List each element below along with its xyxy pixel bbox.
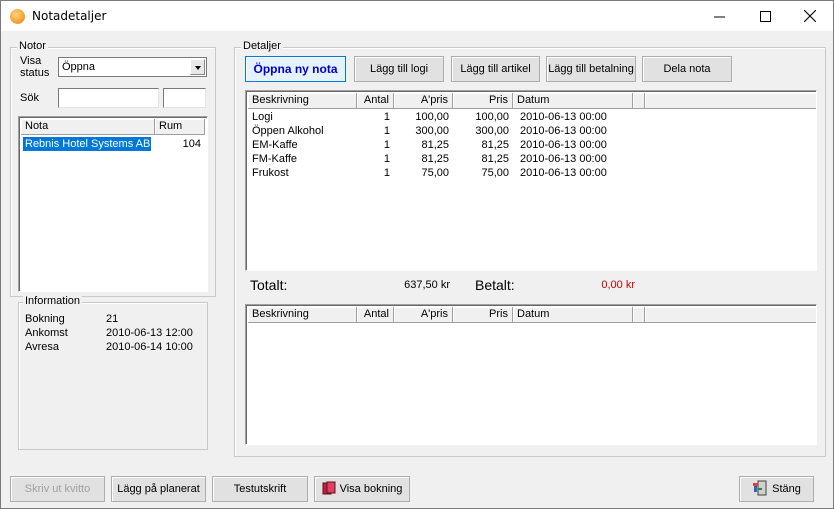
test-print-button[interactable]: Testutskrift (212, 476, 308, 502)
item-pris-cell: 100,00 (475, 111, 509, 123)
show-booking-button[interactable]: Visa bokning (314, 476, 410, 502)
add-logi-button[interactable]: Lägg till logi (354, 56, 444, 82)
visa-status-label: Visa status (20, 55, 50, 79)
item-row[interactable]: FM-Kaffe 1 81,25 81,25 2010-06-13 00:00 (246, 153, 816, 167)
items-list[interactable]: Beskrivning Antal A'pris Pris Datum Logi… (245, 90, 817, 271)
item-beskrivning-cell: Logi (252, 111, 273, 123)
print-receipt-button[interactable]: Skriv ut kvitto (10, 476, 105, 502)
bokning-label: Bokning (25, 313, 65, 325)
apris-column-header[interactable]: A'pris (394, 93, 453, 109)
item-beskrivning-cell: Öppen Alkohol (252, 125, 324, 137)
payment-beskrivning-column-header[interactable]: Beskrivning (248, 307, 357, 323)
item-beskrivning-cell: Frukost (252, 167, 289, 179)
item-apris-cell: 300,00 (415, 125, 449, 137)
item-pris-cell: 75,00 (481, 167, 509, 179)
avresa-label: Avresa (25, 341, 60, 353)
payment-datum-column-header[interactable]: Datum (513, 307, 633, 323)
item-datum-cell: 2010-06-13 00:00 (520, 139, 607, 151)
information-legend: Information (23, 295, 83, 307)
dela-nota-button[interactable]: Dela nota (642, 56, 732, 82)
pris-column-header[interactable]: Pris (453, 93, 513, 109)
item-apris-cell: 81,25 (421, 153, 449, 165)
item-pris-cell: 81,25 (481, 139, 509, 151)
item-antal-cell: 1 (383, 111, 390, 123)
minimize-button[interactable] (696, 1, 742, 31)
item-datum-cell: 2010-06-13 00:00 (520, 111, 607, 123)
window-title: Notadetaljer (32, 9, 107, 23)
payment-filler-column-header (645, 307, 816, 323)
extra-column-header[interactable] (633, 93, 645, 109)
nota-row-name[interactable]: Rebnis Hotel Systems AB (25, 138, 150, 151)
item-antal-cell: 1 (383, 153, 390, 165)
item-row[interactable]: Logi 1 100,00 100,00 2010-06-13 00:00 (246, 111, 816, 125)
item-datum-cell: 2010-06-13 00:00 (520, 167, 607, 179)
booking-icon (322, 481, 336, 498)
item-row[interactable]: Öppen Alkohol 1 300,00 300,00 2010-06-13 00:… (246, 125, 816, 139)
maximize-button[interactable] (742, 1, 788, 31)
totalt-value: 637,50 kr (404, 279, 450, 291)
item-beskrivning-cell: FM-Kaffe (252, 153, 298, 165)
status-select[interactable]: Öppna (58, 57, 207, 77)
bokning-value: 21 (106, 313, 119, 325)
app-icon (10, 9, 25, 24)
status-select-value: Öppna (62, 61, 96, 73)
item-datum-cell: 2010-06-13 00:00 (520, 125, 607, 137)
sok-label: Sök (20, 92, 39, 104)
item-antal-cell: 1 (383, 167, 390, 179)
item-apris-cell: 100,00 (415, 111, 449, 123)
payments-list[interactable]: Beskrivning Antal A'pris Pris Datum (245, 304, 817, 445)
betalt-value: 0,00 kr (601, 279, 635, 291)
item-row[interactable]: EM-Kaffe 1 81,25 81,25 2010-06-13 00:00 (246, 139, 816, 153)
datum-column-header[interactable]: Datum (513, 93, 633, 109)
item-apris-cell: 75,00 (421, 167, 449, 179)
add-betalning-button[interactable]: Lägg till betalning (546, 56, 636, 82)
chevron-down-icon[interactable] (190, 59, 205, 75)
maximize-icon (759, 10, 771, 22)
avresa-value: 2010-06-14 10:00 (106, 341, 193, 353)
totalt-label: Totalt: (250, 277, 288, 293)
item-beskrivning-cell: EM-Kaffe (252, 139, 298, 151)
item-antal-cell: 1 (383, 125, 390, 137)
close-button[interactable] (787, 1, 833, 31)
add-artikel-button[interactable]: Lägg till artikel (451, 56, 540, 82)
item-pris-cell: 300,00 (475, 125, 509, 137)
notor-legend: Notor (17, 40, 48, 52)
item-antal-cell: 1 (383, 139, 390, 151)
filler-column-header (645, 93, 816, 109)
close-icon (804, 10, 816, 22)
notadetaljer-window: Notadetaljer Notor Visa status Öppna Sök… (0, 0, 834, 509)
item-datum-cell: 2010-06-13 00:00 (520, 153, 607, 165)
antal-column-header[interactable]: Antal (357, 93, 394, 109)
detaljer-legend: Detaljer (241, 40, 283, 52)
close-dialog-button[interactable]: Stäng (739, 476, 814, 502)
betalt-label: Betalt: (475, 277, 515, 293)
add-to-planned-button[interactable]: Lägg på planerat (111, 476, 206, 502)
title-bar: Notadetaljer (1, 1, 833, 31)
payment-antal-column-header[interactable]: Antal (357, 307, 394, 323)
nota-list[interactable]: Nota Rum Rebnis Hotel Systems AB 104 (18, 116, 208, 292)
ankomst-value: 2010-06-13 12:00 (106, 327, 193, 339)
open-new-nota-button[interactable]: Öppna ny nota (245, 56, 346, 82)
payment-apris-column-header[interactable]: A'pris (394, 307, 453, 323)
search-input[interactable] (58, 88, 159, 108)
beskrivning-column-header[interactable]: Beskrivning (248, 93, 357, 109)
rum-column-header[interactable]: Rum (155, 119, 205, 135)
item-apris-cell: 81,25 (421, 139, 449, 151)
exit-door-icon (752, 480, 768, 499)
minimize-icon (713, 16, 725, 17)
nota-column-header[interactable]: Nota (21, 119, 155, 135)
item-pris-cell: 81,25 (481, 153, 509, 165)
room-search-input[interactable] (163, 88, 206, 108)
ankomst-label: Ankomst (25, 327, 68, 339)
payment-extra-column-header[interactable] (633, 307, 645, 323)
nota-row-rum[interactable]: 104 (159, 138, 201, 151)
item-row[interactable]: Frukost 1 75,00 75,00 2010-06-13 00:00 (246, 167, 816, 181)
payment-pris-column-header[interactable]: Pris (453, 307, 513, 323)
